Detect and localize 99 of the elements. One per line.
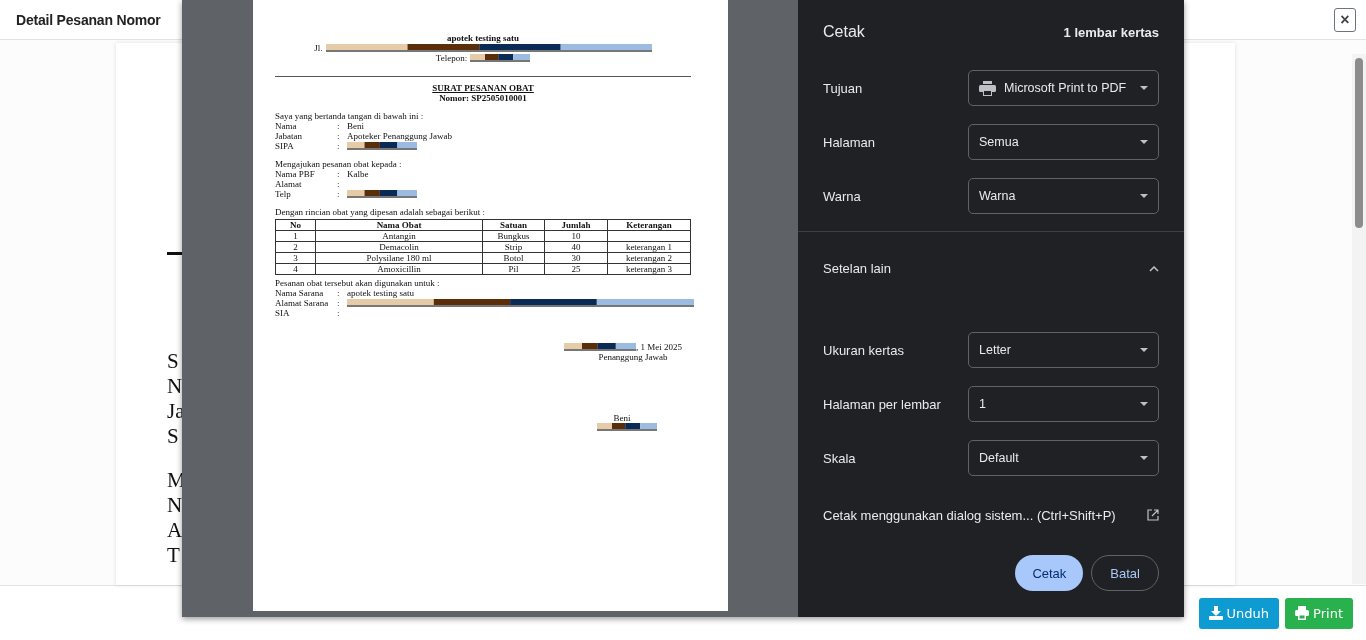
setting-label: Halaman per lembar [823, 396, 941, 412]
table-cell: 1 [275, 230, 316, 242]
cancel-button[interactable]: Batal [1091, 555, 1159, 591]
field-separator: : [337, 308, 341, 318]
setting-label: Warna [823, 188, 861, 204]
field-label: SIPA [275, 141, 295, 151]
field-separator: : [337, 131, 341, 141]
field-value: Apoteker Penanggung Jawab [347, 131, 452, 141]
more-settings-toggle[interactable]: Setelan lain [798, 232, 1184, 305]
table-cell: 2 [275, 241, 316, 253]
signer-name: Beni [613, 413, 631, 423]
column-header: Jumlah [544, 219, 608, 231]
dropdown-caret-icon [1140, 402, 1148, 406]
table-cell: Bungkus [482, 230, 545, 242]
field-separator: : [337, 288, 341, 298]
field-label: Alamat Sarana [275, 298, 330, 308]
document-text: A [167, 518, 183, 543]
table-cell: 25 [544, 263, 608, 275]
setting-dropdown[interactable]: 1 [968, 386, 1159, 422]
dropdown-caret-icon [1140, 194, 1148, 198]
scrollbar[interactable] [1352, 54, 1366, 584]
field-separator: : [337, 141, 341, 151]
table-cell: Polysilane 180 ml [315, 252, 483, 264]
setting-dropdown[interactable]: Default [968, 440, 1159, 476]
intro-text: Pesanan obat tersebut akan digunakan untuk : [275, 278, 441, 288]
field-value: Kalbe [347, 169, 369, 179]
letter-number: Nomor: SP2505010001 [439, 93, 527, 103]
table-cell: Botol [482, 252, 545, 264]
field-separator: : [337, 169, 341, 179]
external-link-icon [1147, 509, 1159, 521]
table-cell: Antangin [315, 230, 483, 242]
printer-icon [1295, 606, 1310, 620]
column-header: Keterangan [607, 219, 691, 231]
field-separator: : [337, 189, 341, 199]
download-icon [1208, 606, 1223, 620]
field-label: Alamat [275, 179, 303, 189]
address-label: Jl. [314, 43, 323, 53]
field-label: Nama PBF [275, 169, 316, 179]
document-text: S [167, 349, 179, 374]
field-label: Nama [275, 121, 298, 131]
print-title: Cetak [823, 23, 865, 41]
setting-dropdown[interactable]: Warna [968, 178, 1159, 214]
chevron-icon [1149, 265, 1159, 272]
table-cell: 3 [275, 252, 316, 264]
column-header: Satuan [482, 219, 545, 231]
dialog-title: Detail Pesanan Nomor [16, 11, 161, 28]
intro-text: Saya yang bertanda tangan di bawah ini : [275, 111, 425, 121]
dropdown-caret-icon [1140, 86, 1148, 90]
table-cell: keterangan 1 [607, 241, 691, 253]
setting-dropdown[interactable]: Microsoft Print to PDF [968, 70, 1159, 106]
table-cell: 40 [544, 241, 608, 253]
dropdown-caret-icon [1140, 140, 1148, 144]
field-separator: : [337, 298, 341, 308]
table-cell: 4 [275, 263, 316, 275]
redaction-bar [597, 423, 657, 431]
close-button[interactable]: × [1334, 7, 1356, 32]
setting-dropdown[interactable]: Semua [968, 124, 1159, 160]
setting-label: Ukuran kertas [823, 342, 904, 358]
print-button[interactable]: Cetak [1015, 555, 1084, 591]
table-cell: Pil [482, 263, 545, 275]
setting-dropdown[interactable]: Letter [968, 332, 1159, 368]
pharmacy-name: apotek testing satu [446, 33, 520, 43]
field-label: Telp [275, 189, 292, 199]
intro-text: Dengan rincian obat yang dipesan adalah sebagai berikut : [275, 207, 486, 217]
signer-role: Penanggung Jawab [598, 352, 668, 362]
dropdown-caret-icon [1140, 456, 1148, 460]
field-separator: : [337, 121, 341, 131]
document-text: T [167, 543, 180, 568]
table-cell: 10 [544, 230, 608, 242]
table-cell: Amoxicillin [315, 263, 483, 275]
field-separator: : [337, 179, 341, 189]
intro-text: Mengajukan pesanan obat kepada : [275, 159, 403, 169]
setting-label: Halaman [823, 134, 876, 150]
letter-date: , 1 Mei 2025 [636, 342, 682, 352]
letter-title: SURAT PESANAN OBAT [432, 83, 534, 93]
field-value: apotek testing satu [347, 288, 414, 298]
table-cell: Demacolin [315, 241, 483, 253]
field-label: Jabatan [275, 131, 303, 141]
redaction-bar [564, 343, 636, 351]
phone-label: Telepon: [435, 53, 468, 63]
column-header: No [275, 219, 316, 231]
redaction-bar [470, 54, 531, 62]
setting-label: Skala [823, 450, 856, 466]
setting-label: Tujuan [823, 80, 863, 96]
document-text: N [167, 493, 183, 518]
table-cell: keterangan 3 [607, 263, 691, 275]
column-header: Nama Obat [315, 219, 483, 231]
sheet-count: 1 lembar kertas [1063, 24, 1159, 40]
field-label: Nama Sarana [275, 288, 325, 298]
printer-icon [979, 80, 996, 96]
system-dialog-link[interactable]: Cetak menggunakan dialog sistem... (Ctrl+Shift+P) [823, 507, 1116, 523]
document-text: S [167, 424, 179, 449]
table-cell: keterangan 2 [607, 252, 691, 264]
field-value: Beni [347, 121, 364, 131]
table-cell: 30 [544, 252, 608, 264]
table-cell: Strip [482, 241, 545, 253]
dropdown-caret-icon [1140, 348, 1148, 352]
field-label: SIA [275, 308, 291, 318]
document-text: N [167, 374, 183, 399]
